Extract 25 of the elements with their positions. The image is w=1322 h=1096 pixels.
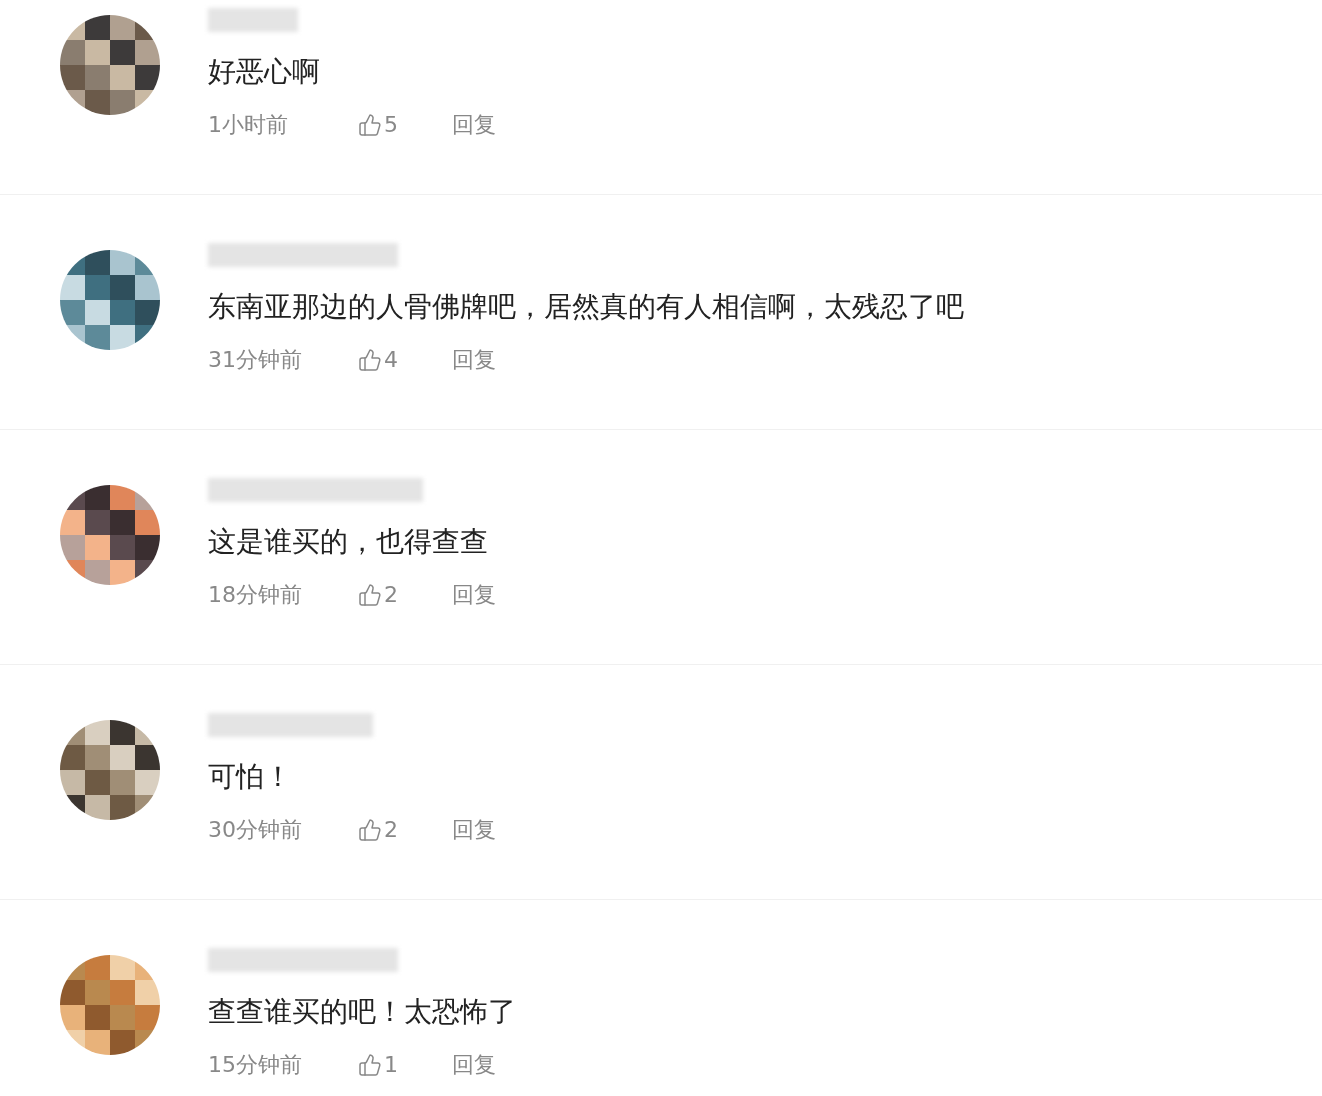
thumbs-up-icon [358,1053,382,1077]
comment-time: 1小时前 [208,111,289,139]
comment-text: 东南亚那边的人骨佛牌吧，居然真的有人相信啊，太残忍了吧 [208,289,964,325]
comment-text: 查查谁买的吧！太恐怖了 [208,994,516,1030]
thumbs-up-icon [358,348,382,372]
comment-text: 好恶心啊 [208,54,321,90]
comment-time: 15分钟前 [208,1051,303,1079]
comment-time: 31分钟前 [208,346,303,374]
reply-button[interactable]: 回复 [452,1050,496,1080]
like-button[interactable]: 1 [358,1050,452,1080]
reply-button[interactable]: 回复 [452,345,496,375]
reply-button[interactable]: 回复 [452,580,496,610]
comment-text: 这是谁买的，也得查查 [208,524,489,560]
thumbs-up-icon [358,113,382,137]
comment-time: 18分钟前 [208,581,303,609]
comment-text: 可怕！ [208,759,293,795]
like-button[interactable]: 4 [358,345,452,375]
like-button[interactable]: 2 [358,580,452,610]
reply-button[interactable]: 回复 [452,110,496,140]
like-button[interactable]: 2 [358,815,452,845]
comment-time: 30分钟前 [208,816,303,844]
like-button[interactable]: 5 [358,110,452,140]
reply-button[interactable]: 回复 [452,815,496,845]
thumbs-up-icon [358,583,382,607]
thumbs-up-icon [358,818,382,842]
